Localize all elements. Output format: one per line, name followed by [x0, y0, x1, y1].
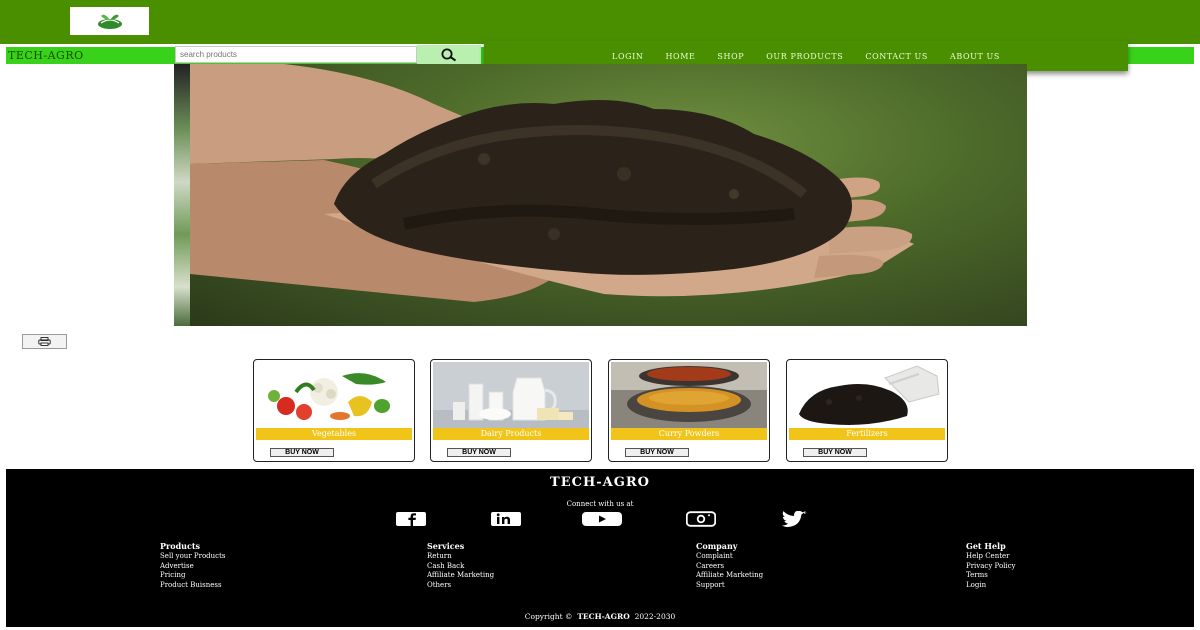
twitter-link[interactable]: [772, 510, 808, 528]
product-card-curry[interactable]: Curry Powders BUY NOW: [608, 359, 770, 462]
product-label: Curry Powders: [611, 428, 767, 440]
brand-name[interactable]: TECH-AGRO: [8, 49, 84, 62]
footer-heading: Get Help: [966, 541, 1006, 551]
footer-link[interactable]: Sell your Products: [160, 552, 225, 562]
copyright-years: 2022-2030: [634, 612, 676, 621]
footer-link[interactable]: Help Center: [966, 552, 1016, 562]
product-label: Fertilizers: [789, 428, 945, 440]
buy-now-button[interactable]: BUY NOW: [447, 448, 511, 457]
footer-link[interactable]: Careers: [696, 562, 763, 572]
footer-link[interactable]: Support: [696, 581, 763, 591]
fertilizers-image: [789, 362, 945, 428]
nav-contact-us[interactable]: CONTACT US: [865, 52, 928, 61]
twitter-icon: [781, 510, 807, 528]
footer-column-get-help: Get Help Help Center Privacy Policy Term…: [966, 541, 1016, 591]
soil-in-hands-illustration: [190, 64, 914, 302]
nav-home[interactable]: HOME: [665, 52, 695, 61]
buy-now-button[interactable]: BUY NOW: [270, 448, 334, 457]
curry-powders-image: [611, 362, 767, 428]
search-icon: [441, 48, 457, 61]
nav-about-us[interactable]: ABOUT US: [950, 52, 1000, 61]
footer-heading: Services: [427, 541, 465, 551]
footer-link[interactable]: Complaint: [696, 552, 763, 562]
copyright-notice: Copyright © TECH-AGRO 2022-2030: [6, 612, 1194, 621]
vegetables-image: [256, 362, 412, 428]
print-button[interactable]: [22, 334, 67, 349]
youtube-icon: [582, 512, 622, 526]
buy-now-button[interactable]: BUY NOW: [803, 448, 867, 457]
footer-brand: TECH-AGRO: [550, 475, 650, 490]
footer-link[interactable]: Terms: [966, 571, 1016, 581]
hero-soil-image: [174, 64, 1027, 326]
footer-link[interactable]: Others: [427, 581, 494, 591]
nav-login[interactable]: LOGIN: [612, 52, 643, 61]
linkedin-icon: [491, 512, 521, 526]
instagram-icon: [685, 511, 717, 527]
facebook-link[interactable]: [396, 511, 426, 527]
footer-column-company: Company Complaint Careers Affiliate Mark…: [696, 541, 763, 591]
footer-link[interactable]: Affiliate Marketing: [427, 571, 494, 581]
site-logo[interactable]: [70, 7, 149, 35]
footer-link[interactable]: Product Buisness: [160, 581, 225, 591]
search-button[interactable]: [417, 45, 481, 64]
footer-link[interactable]: Privacy Policy: [966, 562, 1016, 572]
facebook-icon: [396, 512, 426, 526]
search-input[interactable]: [175, 46, 417, 63]
youtube-link[interactable]: [581, 511, 623, 527]
print-icon: [38, 337, 51, 346]
footer-link[interactable]: Affiliate Marketing: [696, 571, 763, 581]
copyright-brand: TECH-AGRO: [577, 612, 630, 621]
footer-column-services: Services Return Cash Back Affiliate Mark…: [427, 541, 494, 591]
site-footer: TECH-AGRO Connect with us at Products Se…: [6, 469, 1194, 627]
nav-shop[interactable]: SHOP: [717, 52, 744, 61]
instagram-link[interactable]: [685, 511, 717, 527]
footer-column-products: Products Sell your Products Advertise Pr…: [160, 541, 225, 591]
product-card-dairy[interactable]: Dairy Products BUY NOW: [430, 359, 592, 462]
footer-link[interactable]: Advertise: [160, 562, 225, 572]
product-card-fertilizers[interactable]: Fertilizers BUY NOW: [786, 359, 948, 462]
product-label: Dairy Products: [433, 428, 589, 440]
product-card-vegetables[interactable]: Vegetables BUY NOW: [253, 359, 415, 462]
footer-heading: Company: [696, 541, 738, 551]
buy-now-button[interactable]: BUY NOW: [625, 448, 689, 457]
product-label: Vegetables: [256, 428, 412, 440]
top-header-bar: [0, 0, 1200, 44]
leaf-logo-icon: [97, 14, 122, 29]
footer-heading: Products: [160, 541, 201, 551]
footer-link[interactable]: Login: [966, 581, 1016, 591]
linkedin-link[interactable]: [491, 511, 521, 527]
copyright-prefix: Copyright ©: [524, 612, 573, 621]
footer-link[interactable]: Cash Back: [427, 562, 494, 572]
footer-link[interactable]: Return: [427, 552, 494, 562]
footer-connect-text: Connect with us at: [566, 500, 634, 508]
footer-link[interactable]: Pricing: [160, 571, 225, 581]
nav-our-products[interactable]: OUR PRODUCTS: [766, 52, 843, 61]
dairy-products-image: [433, 362, 589, 428]
